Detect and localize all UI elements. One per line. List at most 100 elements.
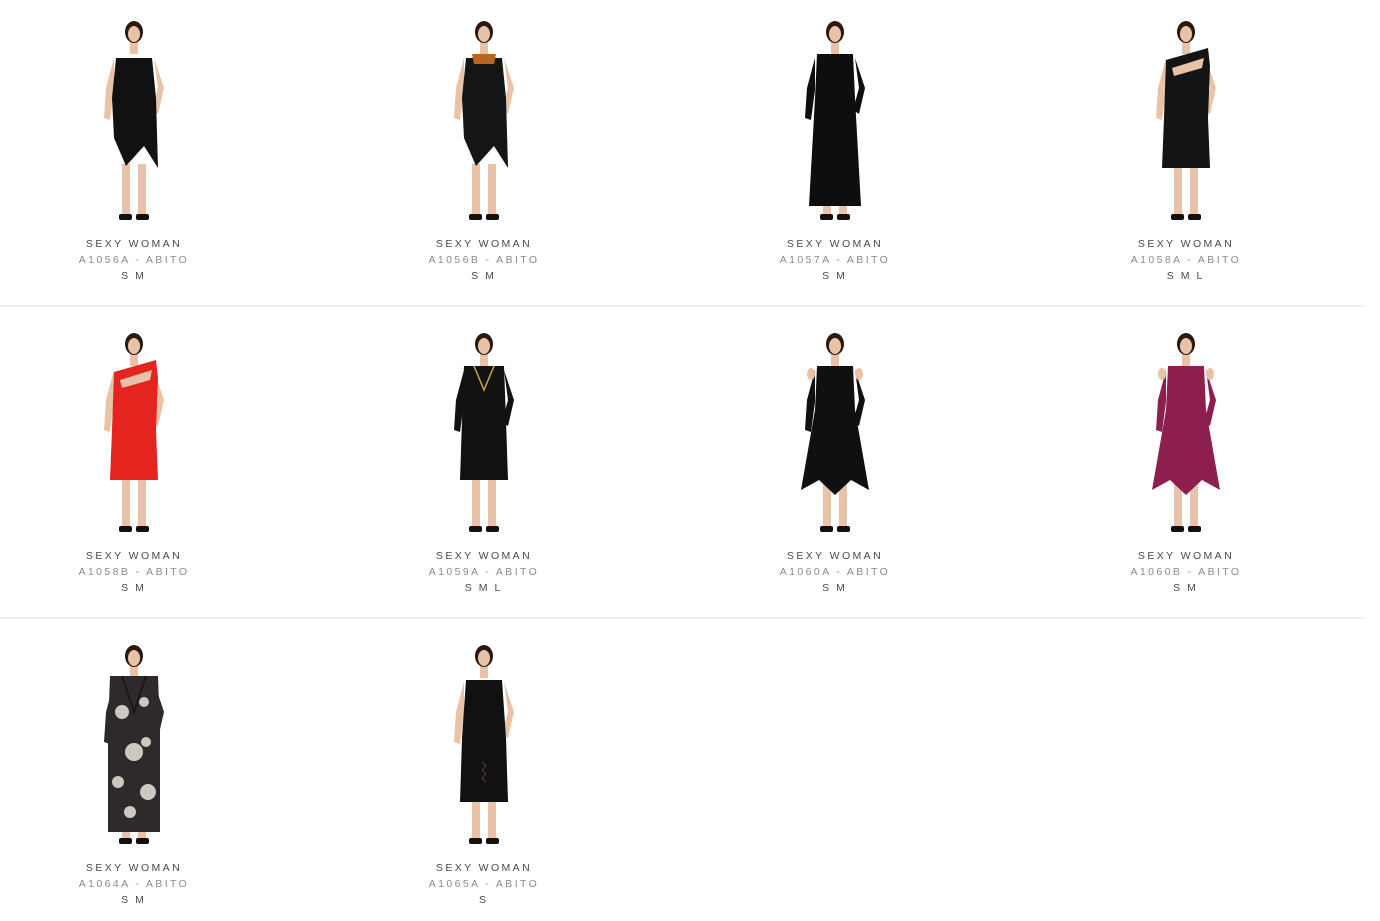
model-shoe [119, 214, 132, 220]
model-shoe [469, 838, 482, 844]
product-code[interactable]: A1060B - ABITO [1016, 566, 1356, 578]
dress [462, 58, 508, 168]
product-image[interactable] [74, 642, 194, 846]
product-brand[interactable]: SEXY WOMAN [665, 238, 1005, 250]
product-image[interactable] [775, 330, 895, 534]
model-face [128, 338, 140, 354]
product-image[interactable] [74, 330, 194, 534]
model-shoe [136, 214, 149, 220]
model-face [478, 26, 490, 42]
product-code[interactable]: A1064A - ABITO [0, 878, 304, 890]
floral-print [115, 705, 129, 719]
size-option: S [464, 582, 475, 594]
product-card[interactable]: SEXY WOMAN A1060B - ABITO SM [1016, 312, 1356, 612]
model-shoe [1171, 214, 1184, 220]
floral-print [140, 784, 156, 800]
model-shoulder [855, 368, 863, 380]
model-shoe [837, 214, 850, 220]
product-grid: SEXY WOMAN A1056A - ABITO SM SEXY WOMAN … [0, 0, 1380, 921]
model-shoe [1188, 526, 1201, 532]
model-leg [122, 164, 130, 214]
product-image[interactable] [1126, 330, 1246, 534]
product-image[interactable] [775, 18, 895, 222]
product-brand[interactable]: SEXY WOMAN [314, 238, 654, 250]
product-brand[interactable]: SEXY WOMAN [665, 550, 1005, 562]
product-card[interactable]: SEXY WOMAN A1059A - ABITO SML [314, 312, 654, 612]
model-shoe [837, 526, 850, 532]
model-leg [472, 476, 480, 526]
product-sizes: SM [0, 582, 304, 594]
product-brand[interactable]: SEXY WOMAN [1016, 550, 1356, 562]
size-option: M [135, 894, 147, 906]
model-leg [1174, 164, 1182, 214]
product-brand[interactable]: SEXY WOMAN [0, 238, 304, 250]
product-code[interactable]: A1065A - ABITO [314, 878, 654, 890]
product-brand[interactable]: SEXY WOMAN [1016, 238, 1356, 250]
product-image[interactable] [74, 18, 194, 222]
product-brand[interactable]: SEXY WOMAN [0, 862, 304, 874]
size-option: S [822, 582, 833, 594]
size-option: S [478, 894, 489, 906]
product-card[interactable]: SEXY WOMAN A1056B - ABITO SM [314, 0, 654, 300]
size-option: S [121, 270, 132, 282]
model-shoe [469, 214, 482, 220]
model-face [1180, 26, 1192, 42]
product-image[interactable] [424, 18, 544, 222]
model-arm [805, 58, 815, 120]
model-face [128, 26, 140, 42]
product-card[interactable]: SEXY WOMAN A1064A - ABITO SM [0, 624, 304, 921]
product-sizes: SM [665, 582, 1005, 594]
product-brand[interactable]: SEXY WOMAN [0, 550, 304, 562]
product-code[interactable]: A1058A - ABITO [1016, 254, 1356, 266]
model-leg [138, 164, 146, 214]
model-face [478, 338, 490, 354]
size-option: M [485, 270, 497, 282]
product-image[interactable] [424, 642, 544, 846]
model-shoe [136, 838, 149, 844]
product-sizes: S [314, 894, 654, 906]
product-brand[interactable]: SEXY WOMAN [314, 862, 654, 874]
size-option: M [836, 582, 848, 594]
floral-print [112, 776, 124, 788]
product-card[interactable]: SEXY WOMAN A1058B - ABITO SM [0, 312, 304, 612]
size-option: S [471, 270, 482, 282]
model-shoe [1188, 214, 1201, 220]
dress-collar [472, 54, 496, 64]
product-code[interactable]: A1060A - ABITO [665, 566, 1005, 578]
model-shoe [119, 838, 132, 844]
model-shoulder [807, 368, 815, 380]
row-divider [0, 305, 1363, 307]
product-card[interactable]: SEXY WOMAN A1056A - ABITO SM [0, 0, 304, 300]
product-card[interactable]: SEXY WOMAN A1065A - ABITO S [314, 624, 654, 921]
product-code[interactable]: A1059A - ABITO [314, 566, 654, 578]
model-shoe [119, 526, 132, 532]
model-leg [138, 476, 146, 526]
model-leg [488, 164, 496, 214]
product-row: SEXY WOMAN A1064A - ABITO SM SEXY WOMAN … [0, 624, 1363, 921]
product-image[interactable] [1126, 18, 1246, 222]
product-code[interactable]: A1057A - ABITO [665, 254, 1005, 266]
product-card[interactable]: SEXY WOMAN A1058A - ABITO SML [1016, 0, 1356, 300]
model-arm [454, 58, 464, 120]
product-card[interactable]: SEXY WOMAN A1060A - ABITO SM [665, 312, 1005, 612]
model-shoe [486, 838, 499, 844]
product-image[interactable] [424, 330, 544, 534]
product-brand[interactable]: SEXY WOMAN [314, 550, 654, 562]
model-shoe [486, 214, 499, 220]
model-shoe [1171, 526, 1184, 532]
size-option: S [121, 894, 132, 906]
size-option: S [1173, 582, 1184, 594]
model-leg [122, 476, 130, 526]
product-code[interactable]: A1058B - ABITO [0, 566, 304, 578]
floral-print [139, 697, 149, 707]
product-card[interactable]: SEXY WOMAN A1057A - ABITO SM [665, 0, 1005, 300]
size-option: S [1166, 270, 1177, 282]
size-option: M [1180, 270, 1193, 282]
model-shoulder [1158, 368, 1166, 380]
product-code[interactable]: A1056B - ABITO [314, 254, 654, 266]
size-option: M [836, 270, 848, 282]
product-code[interactable]: A1056A - ABITO [0, 254, 304, 266]
product-sizes: SML [1016, 270, 1356, 282]
model-shoe [820, 526, 833, 532]
size-option: L [494, 582, 504, 594]
